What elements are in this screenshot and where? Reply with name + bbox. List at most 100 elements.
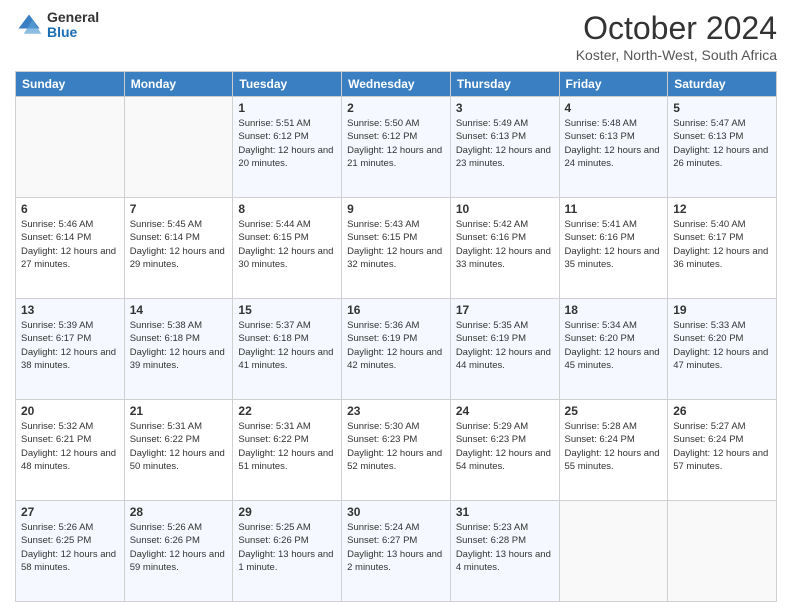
main-title: October 2024 — [576, 10, 777, 47]
day-info: Sunrise: 5:48 AMSunset: 6:13 PMDaylight:… — [565, 117, 663, 170]
day-info: Sunrise: 5:44 AMSunset: 6:15 PMDaylight:… — [238, 218, 336, 271]
calendar-day-cell: 5 Sunrise: 5:47 AMSunset: 6:13 PMDaylight… — [668, 97, 777, 198]
day-number: 6 — [21, 202, 119, 216]
title-block: October 2024 Koster, North-West, South A… — [576, 10, 777, 63]
day-number: 22 — [238, 404, 336, 418]
calendar-day-cell: 1 Sunrise: 5:51 AMSunset: 6:12 PMDaylight… — [233, 97, 342, 198]
calendar-day-cell: 4Sunrise: 5:48 AMSunset: 6:13 PMDaylight… — [559, 97, 668, 198]
day-info: Sunrise: 5:51 AMSunset: 6:12 PMDaylight:… — [238, 117, 336, 170]
calendar-day-cell: 6Sunrise: 5:46 AMSunset: 6:14 PMDaylight… — [16, 198, 125, 299]
day-info: Sunrise: 5:36 AMSunset: 6:19 PMDaylight:… — [347, 319, 445, 372]
day-info: Sunrise: 5:30 AMSunset: 6:23 PMDaylight:… — [347, 420, 445, 473]
logo-general: General — [47, 10, 99, 25]
header: General Blue October 2024 Koster, North-… — [15, 10, 777, 63]
weekday-header: Friday — [559, 72, 668, 97]
calendar-day-cell: 31 Sunrise: 5:23 AMSunset: 6:28 PMDayligh… — [450, 501, 559, 602]
day-info: Sunrise: 5:40 AMSunset: 6:17 PMDaylight:… — [673, 218, 771, 271]
calendar-day-cell: 20 Sunrise: 5:32 AMSunset: 6:21 PMDayligh… — [16, 400, 125, 501]
calendar-day-cell — [668, 501, 777, 602]
calendar-day-cell: 17 Sunrise: 5:35 AMSunset: 6:19 PMDayligh… — [450, 299, 559, 400]
calendar-day-cell: 11 Sunrise: 5:41 AMSunset: 6:16 PMDayligh… — [559, 198, 668, 299]
day-number: 5 — [673, 101, 771, 115]
calendar-day-cell: 9 Sunrise: 5:43 AMSunset: 6:15 PMDaylight… — [342, 198, 451, 299]
day-number: 11 — [565, 202, 663, 216]
weekday-header: Tuesday — [233, 72, 342, 97]
day-info: Sunrise: 5:31 AMSunset: 6:22 PMDaylight:… — [238, 420, 336, 473]
subtitle: Koster, North-West, South Africa — [576, 47, 777, 63]
page: General Blue October 2024 Koster, North-… — [0, 0, 792, 612]
calendar-day-cell: 23 Sunrise: 5:30 AMSunset: 6:23 PMDayligh… — [342, 400, 451, 501]
day-info: Sunrise: 5:47 AMSunset: 6:13 PMDaylight:… — [673, 117, 771, 170]
calendar-header-row: SundayMondayTuesdayWednesdayThursdayFrid… — [16, 72, 777, 97]
day-number: 1 — [238, 101, 336, 115]
day-info: Sunrise: 5:35 AMSunset: 6:19 PMDaylight:… — [456, 319, 554, 372]
logo-icon — [15, 11, 43, 39]
day-number: 30 — [347, 505, 445, 519]
day-number: 14 — [130, 303, 228, 317]
day-number: 7 — [130, 202, 228, 216]
day-info: Sunrise: 5:26 AMSunset: 6:25 PMDaylight:… — [21, 521, 119, 574]
day-number: 3 — [456, 101, 554, 115]
day-info: Sunrise: 5:39 AMSunset: 6:17 PMDaylight:… — [21, 319, 119, 372]
day-info: Sunrise: 5:37 AMSunset: 6:18 PMDaylight:… — [238, 319, 336, 372]
day-info: Sunrise: 5:45 AMSunset: 6:14 PMDaylight:… — [130, 218, 228, 271]
day-number: 26 — [673, 404, 771, 418]
day-number: 23 — [347, 404, 445, 418]
day-number: 18 — [565, 303, 663, 317]
weekday-header: Sunday — [16, 72, 125, 97]
calendar-day-cell: 2 Sunrise: 5:50 AMSunset: 6:12 PMDaylight… — [342, 97, 451, 198]
calendar-day-cell — [124, 97, 233, 198]
day-number: 29 — [238, 505, 336, 519]
day-number: 25 — [565, 404, 663, 418]
weekday-header: Saturday — [668, 72, 777, 97]
day-info: Sunrise: 5:25 AMSunset: 6:26 PMDaylight:… — [238, 521, 336, 574]
calendar-day-cell: 27Sunrise: 5:26 AMSunset: 6:25 PMDayligh… — [16, 501, 125, 602]
day-number: 9 — [347, 202, 445, 216]
weekday-header: Thursday — [450, 72, 559, 97]
calendar-day-cell: 7 Sunrise: 5:45 AMSunset: 6:14 PMDaylight… — [124, 198, 233, 299]
calendar-day-cell: 3Sunrise: 5:49 AMSunset: 6:13 PMDaylight… — [450, 97, 559, 198]
calendar-day-cell: 19 Sunrise: 5:33 AMSunset: 6:20 PMDayligh… — [668, 299, 777, 400]
day-info: Sunrise: 5:42 AMSunset: 6:16 PMDaylight:… — [456, 218, 554, 271]
logo: General Blue — [15, 10, 99, 41]
day-info: Sunrise: 5:23 AMSunset: 6:28 PMDaylight:… — [456, 521, 554, 574]
calendar-table: SundayMondayTuesdayWednesdayThursdayFrid… — [15, 71, 777, 602]
calendar-day-cell: 28 Sunrise: 5:26 AMSunset: 6:26 PMDayligh… — [124, 501, 233, 602]
calendar-day-cell: 10 Sunrise: 5:42 AMSunset: 6:16 PMDayligh… — [450, 198, 559, 299]
day-info: Sunrise: 5:41 AMSunset: 6:16 PMDaylight:… — [565, 218, 663, 271]
day-info: Sunrise: 5:31 AMSunset: 6:22 PMDaylight:… — [130, 420, 228, 473]
day-number: 31 — [456, 505, 554, 519]
calendar-week-row: 27Sunrise: 5:26 AMSunset: 6:25 PMDayligh… — [16, 501, 777, 602]
calendar-day-cell: 14Sunrise: 5:38 AMSunset: 6:18 PMDayligh… — [124, 299, 233, 400]
day-number: 19 — [673, 303, 771, 317]
day-number: 8 — [238, 202, 336, 216]
day-number: 10 — [456, 202, 554, 216]
day-number: 2 — [347, 101, 445, 115]
day-info: Sunrise: 5:32 AMSunset: 6:21 PMDaylight:… — [21, 420, 119, 473]
day-info: Sunrise: 5:50 AMSunset: 6:12 PMDaylight:… — [347, 117, 445, 170]
day-number: 28 — [130, 505, 228, 519]
weekday-header: Wednesday — [342, 72, 451, 97]
calendar-day-cell: 8 Sunrise: 5:44 AMSunset: 6:15 PMDaylight… — [233, 198, 342, 299]
day-number: 20 — [21, 404, 119, 418]
day-number: 17 — [456, 303, 554, 317]
weekday-header: Monday — [124, 72, 233, 97]
logo-text: General Blue — [47, 10, 99, 41]
day-number: 21 — [130, 404, 228, 418]
logo-blue: Blue — [47, 25, 99, 40]
day-number: 16 — [347, 303, 445, 317]
calendar-day-cell — [16, 97, 125, 198]
calendar-week-row: 1 Sunrise: 5:51 AMSunset: 6:12 PMDaylight… — [16, 97, 777, 198]
calendar-week-row: 20 Sunrise: 5:32 AMSunset: 6:21 PMDayligh… — [16, 400, 777, 501]
calendar-day-cell: 12Sunrise: 5:40 AMSunset: 6:17 PMDayligh… — [668, 198, 777, 299]
day-number: 15 — [238, 303, 336, 317]
day-info: Sunrise: 5:43 AMSunset: 6:15 PMDaylight:… — [347, 218, 445, 271]
day-info: Sunrise: 5:33 AMSunset: 6:20 PMDaylight:… — [673, 319, 771, 372]
calendar-day-cell: 22 Sunrise: 5:31 AMSunset: 6:22 PMDayligh… — [233, 400, 342, 501]
calendar-week-row: 6Sunrise: 5:46 AMSunset: 6:14 PMDaylight… — [16, 198, 777, 299]
day-info: Sunrise: 5:26 AMSunset: 6:26 PMDaylight:… — [130, 521, 228, 574]
calendar-day-cell: 15 Sunrise: 5:37 AMSunset: 6:18 PMDayligh… — [233, 299, 342, 400]
day-info: Sunrise: 5:24 AMSunset: 6:27 PMDaylight:… — [347, 521, 445, 574]
day-info: Sunrise: 5:29 AMSunset: 6:23 PMDaylight:… — [456, 420, 554, 473]
calendar-day-cell: 26Sunrise: 5:27 AMSunset: 6:24 PMDayligh… — [668, 400, 777, 501]
